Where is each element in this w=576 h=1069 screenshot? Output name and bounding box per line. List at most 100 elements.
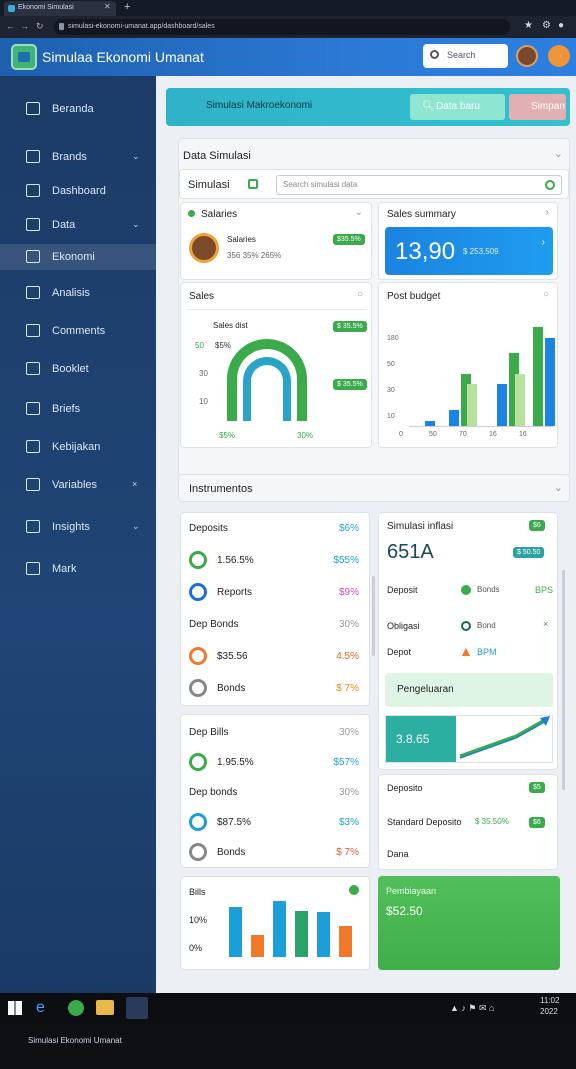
app-icon[interactable] bbox=[126, 997, 148, 1019]
x-tick: $5% bbox=[219, 431, 236, 440]
mini-bar-2 bbox=[251, 935, 264, 957]
sidebar-item-comments[interactable]: Comments bbox=[0, 318, 156, 344]
chevron-icon[interactable]: ⌄ bbox=[132, 151, 140, 162]
app-title: Simulaa Ekonomi Umanat bbox=[42, 49, 204, 65]
row-label: 1.95.5% bbox=[217, 757, 254, 768]
person-avatar bbox=[189, 233, 219, 263]
chevron-down-icon[interactable]: ⌄ bbox=[355, 207, 363, 218]
row-label: Dep Bonds bbox=[189, 619, 239, 630]
filter-search-input[interactable]: Search simulasi data bbox=[276, 175, 562, 195]
sidebar-item-dashboard[interactable]: Dashboard bbox=[0, 178, 156, 204]
refresh-icon[interactable]: ○ bbox=[357, 289, 363, 300]
forward-icon[interactable]: → bbox=[20, 21, 29, 31]
person-name: Salaries bbox=[227, 235, 256, 244]
sidebar-item-label: Beranda bbox=[52, 103, 94, 115]
sidebar-item-label: Brands bbox=[52, 151, 87, 163]
new-tab-icon[interactable]: + bbox=[124, 1, 130, 13]
sidebar-item-briefs[interactable]: Briefs bbox=[0, 396, 156, 422]
row-percent: $6% bbox=[338, 523, 359, 534]
person-icon bbox=[26, 184, 40, 197]
badge: $ 50.50 bbox=[513, 547, 545, 558]
highlight-row[interactable]: Pengeluaran bbox=[385, 673, 553, 707]
flag-icon bbox=[26, 440, 40, 453]
row-percent: $ 7% bbox=[336, 683, 359, 694]
close-icon[interactable]: × bbox=[543, 619, 548, 629]
close-icon[interactable]: › bbox=[546, 207, 549, 218]
taskbar: e ▲ ♪ ⚑ ✉ ⌂ 11:02 2022 bbox=[0, 993, 576, 1024]
sidebar-item-variables[interactable]: Variables × bbox=[0, 472, 156, 498]
sidebar-item-analisis[interactable]: Analisis bbox=[0, 280, 156, 306]
y-tick: 10% bbox=[189, 915, 208, 925]
sidebar-item-ekonomi[interactable]: Ekonomi bbox=[0, 244, 156, 270]
refresh-icon[interactable]: ○ bbox=[543, 289, 549, 300]
sidebar-item-brands[interactable]: Brands ⌄ bbox=[0, 144, 156, 170]
row-value: $ 35.50% bbox=[475, 817, 509, 826]
sidebar-footer: Simulasi Ekonomi Umanat bbox=[0, 1021, 156, 1069]
sales-card: Sales ○ Sales dist $ 35.5% $ 35.5% 50 $5… bbox=[180, 282, 372, 448]
chevron-icon[interactable]: ⌄ bbox=[132, 219, 140, 230]
sidebar-item-data[interactable]: Data ⌄ bbox=[0, 212, 156, 238]
banner-title: Simulasi Makroekonomi bbox=[206, 100, 313, 111]
financing-card[interactable]: Pembiayaan $52.50 bbox=[378, 876, 560, 970]
ring-icon bbox=[189, 843, 207, 861]
row-percent: 30% bbox=[338, 787, 359, 798]
chevron-icon[interactable]: × bbox=[132, 479, 137, 489]
row-percent: 30% bbox=[338, 727, 359, 738]
sidebar-item-booklet[interactable]: Booklet bbox=[0, 356, 156, 382]
bills-chart-card: Bills 10% 0% bbox=[180, 876, 370, 970]
tab-title: Ekonomi Simulasi bbox=[18, 4, 74, 11]
folder-icon[interactable] bbox=[96, 1000, 114, 1015]
row-label: $87.5% bbox=[217, 817, 251, 828]
mini-bar-1 bbox=[229, 907, 242, 957]
profile-icon[interactable]: ● bbox=[558, 20, 564, 31]
chevron-down-icon[interactable]: ⌄ bbox=[554, 481, 563, 494]
card-title: Simulasi inflasi bbox=[387, 521, 454, 532]
reload-icon[interactable]: ↻ bbox=[36, 21, 44, 32]
y-tick: 30 bbox=[199, 369, 208, 378]
tab-close-icon[interactable]: ✕ bbox=[104, 2, 111, 11]
summary-value: 13,90 bbox=[395, 238, 456, 265]
sidebar-item-label: Briefs bbox=[52, 403, 81, 415]
row-mid: Bonds bbox=[477, 585, 500, 594]
browser-icon[interactable] bbox=[68, 1000, 84, 1016]
bar-green-6 bbox=[533, 327, 543, 426]
back-icon[interactable]: ← bbox=[6, 21, 15, 31]
checkbox[interactable] bbox=[248, 179, 258, 189]
sidebar-item-mark[interactable]: Mark bbox=[0, 556, 156, 582]
summary-tile[interactable]: 13,90 $ 253,509 › bbox=[385, 227, 553, 275]
sidebar-item-label: Data bbox=[52, 219, 76, 231]
scrollbar[interactable] bbox=[562, 570, 565, 790]
inflation-value: 651A bbox=[387, 541, 434, 563]
clock-date: 2022 bbox=[540, 1007, 558, 1016]
edge-icon[interactable]: e bbox=[36, 999, 45, 1017]
notification-avatar[interactable] bbox=[548, 45, 570, 67]
user-avatar[interactable] bbox=[516, 45, 538, 67]
chevron-icon[interactable]: ⌄ bbox=[132, 521, 140, 532]
row-mid: Bond bbox=[477, 621, 496, 630]
chevron-down-icon[interactable]: ⌄ bbox=[554, 147, 563, 160]
sidebar-item-kebijakan[interactable]: Kebijakan bbox=[0, 434, 156, 460]
sidebar-item-label: Ekonomi bbox=[52, 251, 95, 263]
sidebar-item-beranda[interactable]: Beranda bbox=[0, 96, 156, 122]
star-icon[interactable]: ★ bbox=[524, 20, 533, 31]
browser-tab[interactable]: Ekonomi Simulasi bbox=[4, 1, 116, 16]
trend-line bbox=[459, 716, 550, 759]
url-field[interactable]: simulasi-ekonomi-umanat.app/dashboard/sa… bbox=[54, 19, 510, 35]
search-icon bbox=[545, 180, 555, 190]
green-ring-icon bbox=[189, 551, 207, 569]
filter-row: Simulasi Search simulasi data bbox=[179, 169, 569, 199]
gear-icon bbox=[26, 520, 40, 533]
header-search-input[interactable]: Search bbox=[423, 44, 508, 68]
save-button[interactable]: Simpan bbox=[509, 94, 566, 120]
y-tick: 10 bbox=[199, 397, 208, 406]
bonds-card: Dep Bills 30% 1.95.5% $57% Dep bonds 30% $87.5… bbox=[180, 714, 370, 868]
settings-icon[interactable]: ⚙ bbox=[542, 20, 551, 31]
sidebar-item-insights[interactable]: Insights ⌄ bbox=[0, 514, 156, 540]
warning-icon: ▲ bbox=[459, 643, 473, 659]
new-data-button[interactable]: 🔍︎ Data baru bbox=[410, 94, 505, 120]
start-icon[interactable] bbox=[8, 1001, 22, 1015]
highlight-label: Pengeluaran bbox=[397, 684, 454, 695]
scrollbar[interactable] bbox=[372, 576, 375, 656]
row-label: Bonds bbox=[217, 847, 246, 858]
card-title: Bills bbox=[189, 887, 206, 897]
